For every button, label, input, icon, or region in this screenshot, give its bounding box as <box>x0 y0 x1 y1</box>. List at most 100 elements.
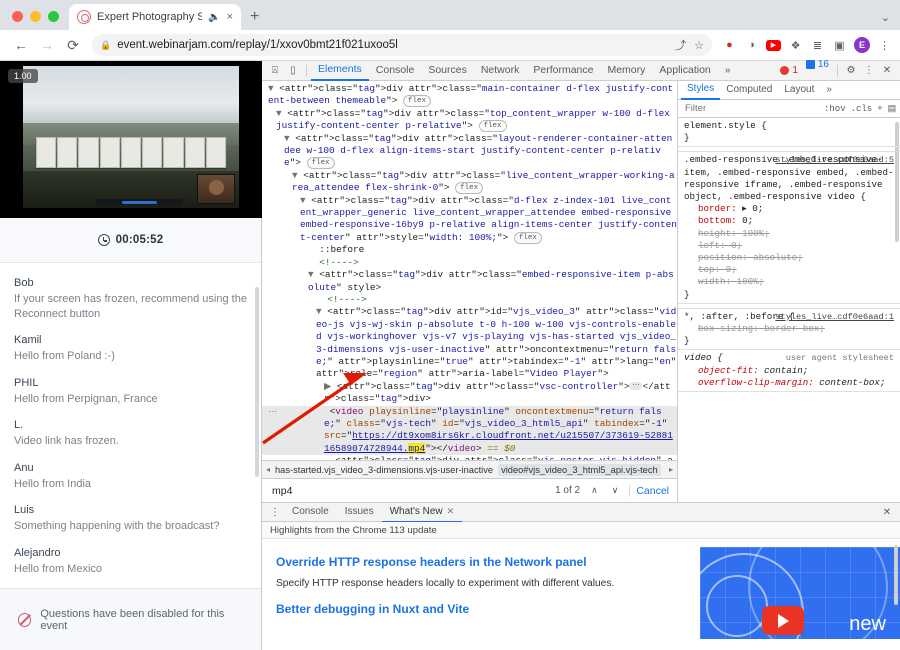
new-rule-button[interactable]: + <box>877 104 882 114</box>
css-rule[interactable]: element.style {} <box>678 118 900 148</box>
dom-node[interactable]: <video playsinline="playsinline" onconte… <box>262 405 677 456</box>
back-button[interactable]: ← <box>8 32 34 58</box>
playback-speed-badge[interactable]: 1.00 <box>8 69 38 83</box>
breadcrumb-next-icon[interactable]: ▸ <box>669 465 673 474</box>
css-declaration[interactable]: height: 100%; <box>684 228 894 240</box>
styles-filter-input[interactable] <box>683 102 819 115</box>
dom-node[interactable]: ▼ <attr">class="tag">div attr">class="em… <box>262 269 677 294</box>
gear-icon[interactable]: ⚙ <box>842 62 860 79</box>
message-count-badge[interactable]: 16 <box>802 59 833 70</box>
drawer-tab-whatsnew[interactable]: What's New ✕ <box>381 502 463 523</box>
styles-tab-layout[interactable]: Layout <box>778 81 820 99</box>
breadcrumb[interactable]: ◂ has-started.vjs_video_3-dimensions.vjs… <box>262 460 677 478</box>
css-rule[interactable]: styles_live…cdf0e6aad:5 .embed-responsive… <box>678 152 900 304</box>
minimize-window-button[interactable] <box>30 11 41 22</box>
css-declaration[interactable]: object-fit: contain; <box>684 365 894 377</box>
youtube-downloader-icon[interactable]: ▶ <box>766 39 781 51</box>
dom-tree[interactable]: ▼ <attr">class="tag">div attr">class="ma… <box>262 81 677 460</box>
dom-node[interactable]: ▼ <attr">class="tag">div attr">class="ma… <box>262 83 677 108</box>
devtools-tab-console[interactable]: Console <box>369 61 422 80</box>
chat-scrollbar[interactable] <box>255 287 259 477</box>
inspect-element-icon[interactable]: ⍓ <box>266 62 284 79</box>
css-rule-source[interactable]: styles_live…cdf0e6aad:1 <box>775 311 894 323</box>
share-icon[interactable]: ⤴ <box>675 37 686 53</box>
close-icon[interactable]: × <box>227 11 233 23</box>
whatsnew-heading[interactable]: Better debugging in Nuxt and Vite <box>276 602 686 616</box>
drawer-menu-icon[interactable]: ⋮ <box>266 504 284 521</box>
css-declaration[interactable]: box-sizing: border-box; <box>684 323 894 335</box>
close-icon[interactable]: ✕ <box>447 506 455 516</box>
extension-colorful-icon[interactable]: ● <box>722 38 737 53</box>
maximize-window-button[interactable] <box>48 11 59 22</box>
speaker-icon[interactable]: 🔈 <box>208 12 220 23</box>
devtools-close-icon[interactable]: ✕ <box>878 62 896 79</box>
styles-tab-styles[interactable]: Styles <box>681 80 721 100</box>
browser-tab[interactable]: Expert Photography Secre 🔈 × <box>69 4 241 30</box>
dom-node[interactable]: ▼ <attr">class="tag">div attr">class="la… <box>262 133 677 170</box>
breadcrumb-item[interactable]: has-started.vjs_video_3-dimensions.vjs-u… <box>275 465 493 475</box>
dom-node[interactable]: ▼ <attr">class="tag">div attr">class="li… <box>262 170 677 195</box>
css-declaration[interactable]: border: ▸ 0; <box>684 203 894 215</box>
chrome-menu-icon[interactable]: ⋮ <box>877 38 892 53</box>
css-declaration[interactable]: width: 100%; <box>684 276 894 288</box>
devtools-tab-network[interactable]: Network <box>474 61 527 80</box>
breadcrumb-item[interactable]: video#vjs_video_3_html5_api.vjs-tech <box>498 463 661 476</box>
css-declaration[interactable]: position: absolute; <box>684 252 894 264</box>
drawer-scrollbar[interactable] <box>894 545 898 605</box>
css-declaration[interactable]: overflow-clip-margin: content-box; <box>684 377 894 389</box>
css-rule[interactable]: styles_live…cdf0e6aad:1 *, :after, :befor… <box>678 309 900 351</box>
find-cancel-button[interactable]: Cancel <box>629 484 669 497</box>
profile-avatar[interactable]: E <box>854 37 870 53</box>
css-rule-source[interactable]: user agent stylesheet <box>786 352 894 364</box>
device-toolbar-icon[interactable]: ▯ <box>284 62 302 79</box>
css-declaration[interactable]: bottom: 0; <box>684 215 894 227</box>
drawer-close-icon[interactable]: ✕ <box>878 504 896 521</box>
chevron-down-icon[interactable]: ⌄ <box>881 11 890 24</box>
breadcrumb-prev-icon[interactable]: ◂ <box>266 465 270 474</box>
chat-list[interactable]: Bob If your screen has frozen, recommend … <box>0 263 261 588</box>
styles-rules-list[interactable]: element.style {}</span><span class="sel-… <box>678 118 900 502</box>
dom-node[interactable]: <attr">class="tag">div attr">class="vjs-… <box>262 455 677 460</box>
devtools-tab-elements[interactable]: Elements <box>311 60 369 81</box>
forward-button[interactable]: → <box>34 32 60 58</box>
css-declaration[interactable]: top: 0; <box>684 264 894 276</box>
devtools-tab-memory[interactable]: Memory <box>600 61 652 80</box>
search-input[interactable] <box>270 483 548 498</box>
reload-button[interactable]: ⟳ <box>60 32 86 58</box>
css-selector[interactable]: element.style { <box>684 120 767 131</box>
dom-node[interactable]: <!----> <box>262 257 677 269</box>
extension-dark-icon[interactable]: ◑ <box>744 38 759 53</box>
find-prev-button[interactable]: ∧ <box>588 485 601 496</box>
bookmark-star-icon[interactable]: ☆ <box>694 39 704 52</box>
dom-node[interactable]: ▶ <attr">class="tag">div attr">class="vs… <box>262 381 677 406</box>
extensions-puzzle-icon[interactable]: ❖ <box>788 38 803 53</box>
hov-toggle[interactable]: :hov <box>824 104 846 114</box>
error-count-badge[interactable]: 1 <box>776 65 802 76</box>
whatsnew-body[interactable]: Override HTTP response headers in the Ne… <box>262 539 900 650</box>
css-declaration[interactable]: left: 0; <box>684 240 894 252</box>
devtools-tab-performance[interactable]: Performance <box>526 61 600 80</box>
devtools-tab-[interactable]: » <box>718 61 738 80</box>
dom-node[interactable]: <!----> <box>262 294 677 306</box>
drawer-tab-console[interactable]: Console <box>284 503 337 521</box>
whatsnew-card[interactable]: new <box>700 547 900 639</box>
dom-node[interactable]: ▼ <attr">class="tag">div attr">class="d-… <box>262 195 677 245</box>
styles-tab-x[interactable]: » <box>820 81 838 99</box>
drawer-tab-issues[interactable]: Issues <box>337 503 382 521</box>
address-bar[interactable]: 🔒 event.webinarjam.com/replay/1/xxov0bmt… <box>92 34 712 56</box>
cls-toggle[interactable]: .cls <box>851 104 873 114</box>
new-tab-button[interactable]: + <box>250 9 259 25</box>
dom-node[interactable]: ::before <box>262 244 677 256</box>
dom-node[interactable]: ▼ <attr">class="tag">div attr">class="to… <box>262 108 677 133</box>
video-control-bar[interactable] <box>96 199 183 205</box>
dom-node[interactable]: ▼ <attr">class="tag">div attr">id="vjs_v… <box>262 306 677 380</box>
video-player[interactable]: 1.00 <box>0 61 262 218</box>
css-rule-source[interactable]: styles_live…cdf0e6aad:5 <box>775 154 894 166</box>
find-bar[interactable]: 1 of 2 ∧ ∨ Cancel <box>262 478 677 502</box>
whatsnew-heading[interactable]: Override HTTP response headers in the Ne… <box>276 555 686 569</box>
css-selector[interactable]: video { <box>684 352 723 363</box>
sidepanel-icon[interactable]: ▣ <box>832 38 847 53</box>
computed-sidebar-icon[interactable]: ▤ <box>888 104 897 114</box>
devtools-tab-application[interactable]: Application <box>652 61 717 80</box>
close-window-button[interactable] <box>12 11 23 22</box>
